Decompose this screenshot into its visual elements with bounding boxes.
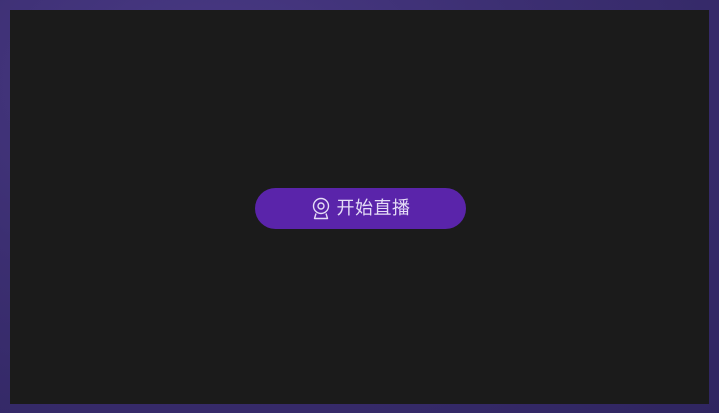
start-live-button-label: 开始直播 [336, 197, 411, 219]
webcam-icon [311, 197, 331, 221]
start-live-button[interactable]: 开始直播 [255, 188, 466, 229]
stream-preview-panel: 开始直播 [10, 10, 709, 404]
